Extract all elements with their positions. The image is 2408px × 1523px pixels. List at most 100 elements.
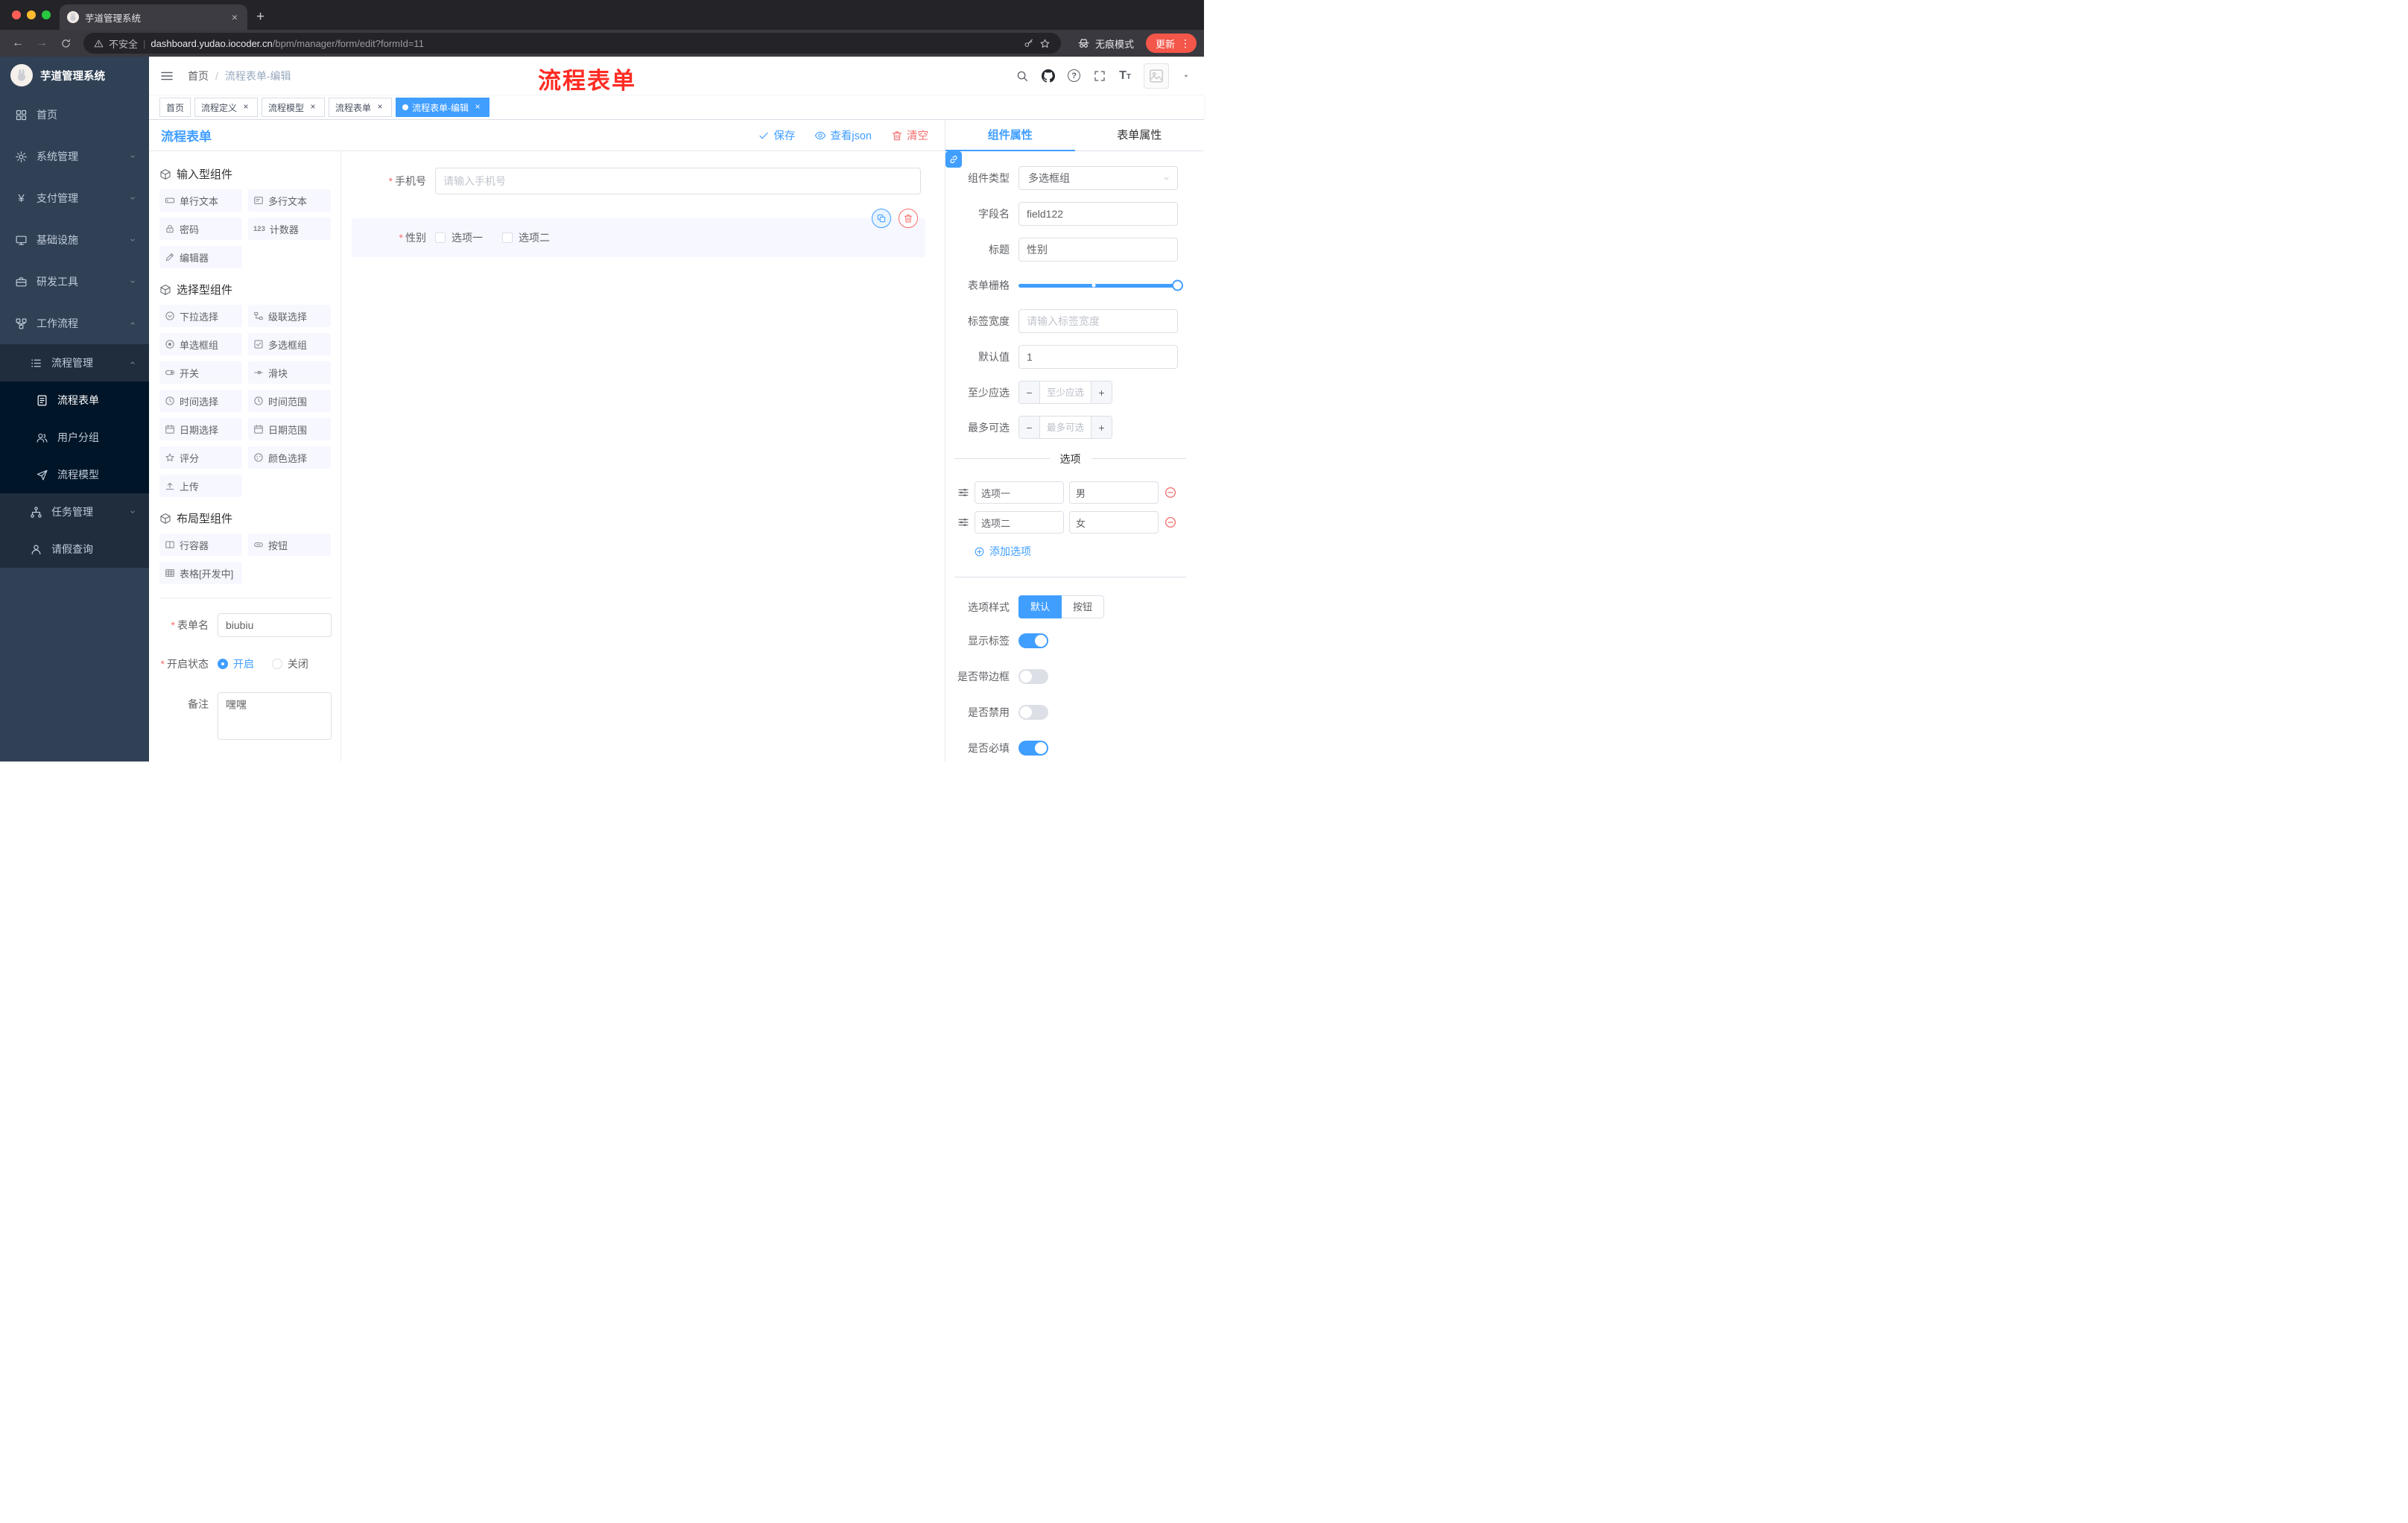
label-width-input[interactable]	[1018, 309, 1178, 333]
canvas-field-gender[interactable]: * 性别 选项一 选项二	[352, 209, 925, 257]
field-name-input[interactable]	[1018, 202, 1178, 226]
show-label-switch[interactable]	[1018, 633, 1048, 648]
new-tab-button[interactable]: +	[256, 9, 264, 25]
palette-item-table[interactable]: 表格[开发中]	[159, 562, 242, 584]
increase-button[interactable]: +	[1091, 381, 1112, 403]
tag-process-model[interactable]: 流程模型 ×	[262, 98, 326, 117]
slider-track[interactable]	[1018, 283, 1178, 288]
slider-handle[interactable]	[1172, 279, 1183, 291]
update-button[interactable]: 更新 ⋮	[1145, 34, 1197, 53]
component-type-select[interactable]: 多选框组	[1018, 166, 1178, 190]
sidebar-item-system[interactable]: 系统管理	[0, 136, 149, 177]
palette-item-upload[interactable]: 上传	[159, 475, 242, 497]
style-default-button[interactable]: 默认	[1018, 595, 1062, 618]
sidebar-item-payment[interactable]: ¥ 支付管理	[0, 177, 149, 219]
option-value-input[interactable]	[1069, 511, 1159, 533]
forward-button[interactable]: →	[31, 37, 52, 50]
max-select-input[interactable]	[1040, 417, 1091, 438]
default-value-input[interactable]	[1018, 345, 1178, 369]
fullscreen-icon[interactable]	[1093, 69, 1106, 83]
status-off-radio[interactable]: 关闭	[271, 652, 308, 676]
sidebar-item-task-mgmt[interactable]: 任务管理	[0, 493, 149, 531]
increase-button[interactable]: +	[1091, 417, 1112, 438]
palette-item-slider[interactable]: 滑块	[248, 361, 331, 384]
palette-item-color-picker[interactable]: 颜色选择	[248, 446, 331, 469]
status-on-radio[interactable]: 开启	[218, 652, 254, 676]
sidebar-item-home[interactable]: 首页	[0, 94, 149, 136]
sidebar-item-leave-query[interactable]: 请假查询	[0, 531, 149, 568]
clear-button[interactable]: 清空	[891, 127, 928, 143]
decrease-button[interactable]: −	[1019, 417, 1040, 438]
password-key-icon[interactable]	[1024, 38, 1034, 48]
add-option-button[interactable]: 添加选项	[974, 544, 1191, 559]
app-logo[interactable]: 芋道管理系统	[0, 57, 149, 94]
palette-item-switch[interactable]: 开关	[159, 361, 242, 384]
link-badge[interactable]	[945, 151, 962, 168]
font-size-icon[interactable]: TT	[1119, 69, 1131, 83]
window-zoom-button[interactable]	[42, 10, 51, 19]
remove-option-button[interactable]	[1164, 516, 1177, 529]
github-icon[interactable]	[1042, 69, 1055, 83]
refresh-button[interactable]	[55, 38, 76, 49]
tag-process-form[interactable]: 流程表单 ×	[329, 98, 393, 117]
title-input[interactable]	[1018, 238, 1178, 262]
decrease-button[interactable]: −	[1019, 381, 1040, 403]
delete-field-button[interactable]	[899, 209, 918, 228]
view-json-button[interactable]: 查看json	[814, 127, 872, 143]
palette-item-single-line-text[interactable]: 单行文本	[159, 189, 242, 212]
palette-item-counter[interactable]: 123 计数器	[248, 218, 331, 240]
tag-process-form-edit[interactable]: 流程表单-编辑 ×	[396, 98, 490, 117]
help-icon[interactable]: ?	[1068, 69, 1081, 82]
sidebar-item-infra[interactable]: 基础设施	[0, 219, 149, 261]
form-remark-textarea[interactable]: 嘿嘿	[218, 692, 332, 740]
palette-item-radio-group[interactable]: 单选框组	[159, 333, 242, 355]
palette-item-date-picker[interactable]: 日期选择	[159, 418, 242, 440]
palette-item-editor[interactable]: 编辑器	[159, 246, 242, 268]
browser-menu-icon[interactable]: ⋮	[1180, 37, 1191, 50]
remove-option-button[interactable]	[1164, 486, 1177, 499]
palette-item-time-range[interactable]: 时间范围	[248, 390, 331, 412]
tag-close-icon[interactable]: ×	[472, 102, 483, 113]
style-button-button[interactable]: 按钮	[1062, 595, 1105, 618]
breadcrumb-home[interactable]: 首页	[188, 69, 209, 83]
window-close-button[interactable]	[12, 10, 21, 19]
palette-item-button[interactable]: 按钮	[248, 533, 331, 556]
back-button[interactable]: ←	[7, 37, 28, 50]
option-value-input[interactable]	[1069, 481, 1159, 504]
tab-component-props[interactable]: 组件属性	[945, 120, 1075, 151]
palette-item-checkbox-group[interactable]: 多选框组	[248, 333, 331, 355]
gender-option2-checkbox[interactable]: 选项二	[502, 230, 550, 245]
bookmark-star-icon[interactable]	[1039, 38, 1051, 49]
tag-close-icon[interactable]: ×	[375, 102, 385, 113]
tag-home[interactable]: 首页	[159, 98, 191, 117]
sidebar-item-workflow[interactable]: 工作流程	[0, 303, 149, 344]
border-switch[interactable]	[1018, 669, 1048, 684]
tag-close-icon[interactable]: ×	[241, 102, 251, 113]
form-name-input[interactable]	[218, 613, 332, 637]
disabled-switch[interactable]	[1018, 705, 1048, 720]
sidebar-item-process-mgmt[interactable]: 流程管理	[0, 344, 149, 381]
phone-input[interactable]	[435, 168, 921, 194]
palette-item-date-range[interactable]: 日期范围	[248, 418, 331, 440]
option-name-input[interactable]	[975, 481, 1064, 504]
tag-close-icon[interactable]: ×	[308, 102, 318, 113]
palette-item-multi-line-text[interactable]: 多行文本	[248, 189, 331, 212]
palette-item-rate[interactable]: 评分	[159, 446, 242, 469]
sidebar-item-process-model[interactable]: 流程模型	[0, 456, 149, 493]
drag-handle-icon[interactable]	[957, 516, 969, 528]
window-minimize-button[interactable]	[27, 10, 36, 19]
browser-tab[interactable]: 芋道管理系统 ×	[60, 4, 247, 30]
canvas-field-phone[interactable]: * 手机号	[352, 166, 925, 196]
required-switch[interactable]	[1018, 741, 1048, 756]
min-select-input[interactable]	[1040, 381, 1091, 403]
sidebar-item-devtools[interactable]: 研发工具	[0, 261, 149, 303]
tab-form-props[interactable]: 表单属性	[1075, 120, 1205, 151]
drag-handle-icon[interactable]	[957, 487, 969, 498]
avatar-caret-icon[interactable]	[1182, 72, 1191, 80]
copy-field-button[interactable]	[872, 209, 891, 228]
sidebar-item-process-form[interactable]: 流程表单	[0, 381, 149, 419]
address-bar[interactable]: 不安全 | dashboard.yudao.iocoder.cn/bpm/man…	[83, 33, 1061, 54]
palette-item-password[interactable]: 密码	[159, 218, 242, 240]
save-button[interactable]: 保存	[758, 127, 795, 143]
tag-process-definition[interactable]: 流程定义 ×	[194, 98, 259, 117]
